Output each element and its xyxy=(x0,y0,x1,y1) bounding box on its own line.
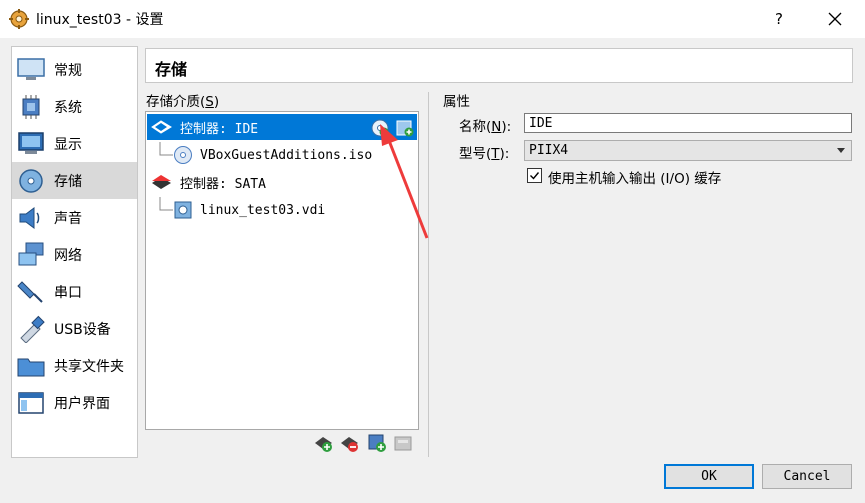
io-cache-label: 使用主机输入输出 (I/O) 缓存 xyxy=(548,171,722,187)
type-select[interactable]: PIIX4 xyxy=(524,140,852,161)
network-icon xyxy=(18,242,44,265)
hard-disk-icon xyxy=(174,201,192,219)
optical-disc-icon xyxy=(174,146,192,164)
cancel-button[interactable]: Cancel xyxy=(762,464,852,489)
checkmark-icon xyxy=(530,172,540,180)
sidebar-item-display[interactable]: 显示 xyxy=(12,125,137,162)
ok-button[interactable]: OK xyxy=(664,464,754,489)
monitor-icon xyxy=(17,57,45,80)
disk-icon xyxy=(19,168,43,193)
type-label: 型号(T): xyxy=(459,146,510,162)
name-field[interactable]: IDE xyxy=(524,113,852,133)
tree-connector-line xyxy=(159,142,173,156)
add-controller-icon[interactable] xyxy=(314,433,334,453)
serial-port-icon xyxy=(17,280,43,303)
folder-icon xyxy=(17,358,45,376)
window-title: linux_test03 - 设置 xyxy=(36,12,164,28)
sidebar-item-shared-folders[interactable]: 共享文件夹 xyxy=(12,347,137,384)
storage-group-label: 存储介质(S) xyxy=(146,94,220,110)
chip-icon xyxy=(22,94,40,119)
attributes-group-label: 属性 xyxy=(443,94,470,110)
speaker-icon xyxy=(19,206,40,229)
controller-icon xyxy=(151,120,172,134)
sidebar-item-usb[interactable]: USB设备 xyxy=(12,310,137,347)
settings-sidebar: 常规 系统 显示 存储 声音 网络 串口 USB设备 共享文件夹 用户界面 xyxy=(11,46,138,458)
sidebar-item-general[interactable]: 常规 xyxy=(12,51,137,88)
sidebar-item-network[interactable]: 网络 xyxy=(12,236,137,273)
annotation-arrow xyxy=(380,124,429,239)
display-icon xyxy=(18,131,44,154)
remove-attachment-icon xyxy=(394,436,412,451)
sidebar-item-user-interface[interactable]: 用户界面 xyxy=(12,384,137,421)
help-button[interactable]: ? xyxy=(768,8,790,30)
title-bar: linux_test03 - 设置 ? xyxy=(0,0,865,38)
sidebar-item-storage[interactable]: 存储 xyxy=(12,162,137,199)
name-label: 名称(N): xyxy=(459,119,512,135)
usb-icon xyxy=(20,315,45,343)
sidebar-item-audio[interactable]: 声音 xyxy=(12,199,137,236)
sidebar-item-serial[interactable]: 串口 xyxy=(12,273,137,310)
sidebar-item-system[interactable]: 系统 xyxy=(12,88,137,125)
page-title: 存储 xyxy=(155,60,188,79)
controller-icon xyxy=(152,175,171,189)
window-icon xyxy=(18,391,44,414)
remove-controller-icon[interactable] xyxy=(340,433,360,453)
chevron-down-icon xyxy=(837,148,845,153)
tree-connector-line xyxy=(159,197,173,211)
add-attachment-icon[interactable] xyxy=(367,433,387,453)
io-cache-checkbox[interactable] xyxy=(527,168,542,183)
close-icon[interactable] xyxy=(822,6,848,32)
virtualbox-gear-icon xyxy=(9,9,29,29)
page-header: 存储 xyxy=(145,48,853,83)
